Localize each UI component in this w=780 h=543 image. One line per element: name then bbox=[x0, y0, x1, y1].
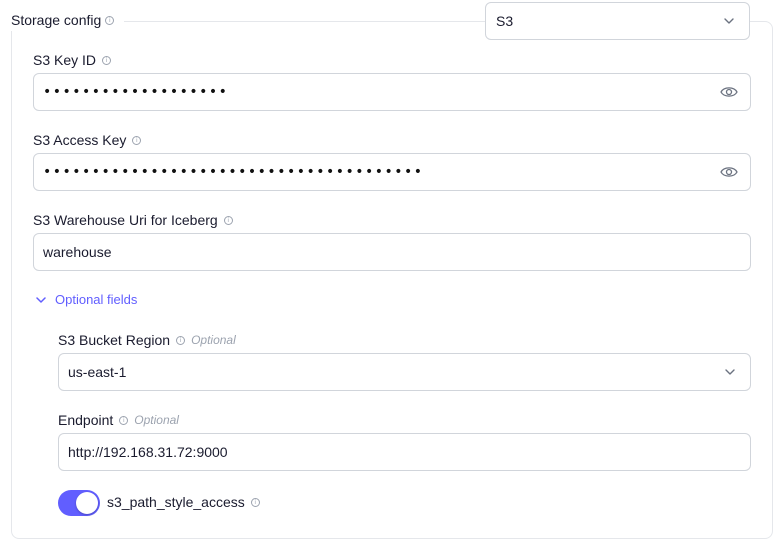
info-icon: i bbox=[176, 335, 186, 345]
chevron-down-icon bbox=[725, 369, 735, 375]
warehouse-uri-value: warehouse bbox=[43, 244, 112, 260]
s3-key-id-label: S3 Key ID bbox=[33, 52, 97, 68]
bucket-region-label: S3 Bucket Region bbox=[58, 332, 171, 348]
eye-icon[interactable] bbox=[720, 85, 738, 99]
path-style-access-label-row: s3_path_style_access i bbox=[107, 494, 260, 510]
optional-fields-toggle[interactable]: Optional fields bbox=[36, 292, 137, 307]
eye-icon[interactable] bbox=[720, 165, 738, 179]
warehouse-uri-input[interactable]: warehouse bbox=[33, 233, 751, 271]
s3-access-key-label: S3 Access Key bbox=[33, 132, 127, 148]
bucket-region-select[interactable]: us-east-1 bbox=[58, 353, 751, 391]
bucket-region-selected-value: us-east-1 bbox=[68, 364, 127, 380]
path-style-access-label: s3_path_style_access bbox=[107, 494, 245, 510]
endpoint-value: http://192.168.31.72:9000 bbox=[68, 444, 228, 460]
s3-access-key-label-row: S3 Access Key i bbox=[33, 132, 142, 148]
endpoint-label: Endpoint bbox=[58, 412, 114, 428]
storage-config-select[interactable]: S3 bbox=[485, 2, 750, 40]
storage-config-legend: Storage config i bbox=[4, 9, 125, 31]
chevron-down-icon bbox=[36, 296, 46, 303]
info-icon: i bbox=[250, 497, 260, 507]
info-icon: i bbox=[105, 15, 115, 25]
info-icon: i bbox=[132, 135, 142, 145]
warehouse-uri-label: S3 Warehouse Uri for Iceberg bbox=[33, 212, 218, 228]
info-icon: i bbox=[119, 415, 129, 425]
s3-access-key-masked-value: ••••••••••••••••••••••••••••••••••••••• bbox=[43, 164, 424, 180]
s3-key-id-masked-value: ••••••••••••••••••• bbox=[43, 84, 229, 100]
storage-config-label: Storage config bbox=[11, 12, 102, 28]
endpoint-input[interactable]: http://192.168.31.72:9000 bbox=[58, 433, 751, 471]
chevron-down-icon bbox=[724, 18, 734, 24]
path-style-access-toggle[interactable] bbox=[58, 490, 100, 516]
info-icon: i bbox=[102, 55, 112, 65]
bucket-region-optional-tag: Optional bbox=[191, 333, 236, 347]
endpoint-optional-tag: Optional bbox=[134, 413, 179, 427]
s3-access-key-input[interactable]: ••••••••••••••••••••••••••••••••••••••• bbox=[33, 153, 751, 191]
storage-config-selected-value: S3 bbox=[496, 13, 514, 29]
toggle-knob bbox=[76, 492, 98, 514]
endpoint-label-row: Endpoint i Optional bbox=[58, 412, 179, 428]
s3-key-id-label-row: S3 Key ID i bbox=[33, 52, 112, 68]
info-icon: i bbox=[223, 215, 233, 225]
bucket-region-label-row: S3 Bucket Region i Optional bbox=[58, 332, 236, 348]
optional-fields-label: Optional fields bbox=[55, 292, 138, 307]
s3-key-id-input[interactable]: ••••••••••••••••••• bbox=[33, 73, 751, 111]
warehouse-uri-label-row: S3 Warehouse Uri for Iceberg i bbox=[33, 212, 233, 228]
